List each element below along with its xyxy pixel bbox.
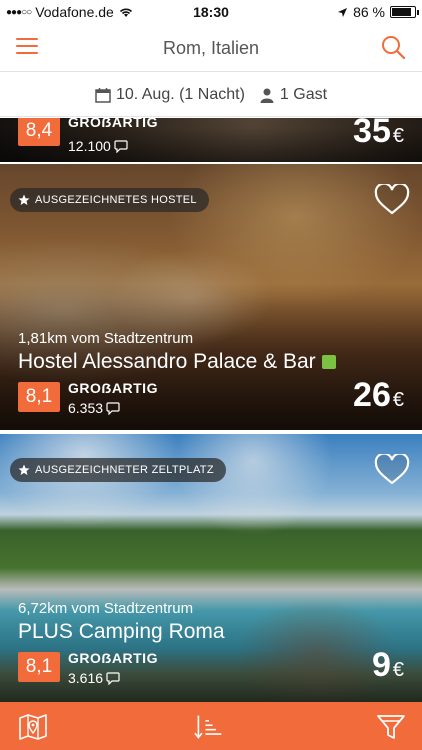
- property-list: GROẞARTIG 8,4 12.100 35 € AUSGEZEICHNETES…: [0, 118, 422, 702]
- star-icon: [18, 194, 30, 205]
- property-name: PLUS Camping Roma: [18, 620, 225, 644]
- property-card[interactable]: GROẞARTIG 8,4 12.100 35 €: [0, 118, 422, 162]
- guest-selector[interactable]: 1 Gast: [259, 86, 327, 104]
- price-currency: €: [392, 389, 404, 411]
- search-icon[interactable]: [380, 34, 406, 60]
- price-value: 9: [371, 646, 391, 684]
- battery-icon: [390, 6, 419, 18]
- rating-label: GROẞARTIG: [68, 380, 158, 396]
- search-criteria-bar: 10. Aug. (1 Nacht) 1 Gast: [0, 73, 422, 117]
- property-name: Hostel Alessandro Palace & Bar: [18, 350, 336, 374]
- award-badge: AUSGEZEICHNETER ZELTPLATZ: [10, 458, 226, 482]
- bottom-toolbar: [0, 702, 422, 750]
- status-right: 86 %: [337, 4, 419, 20]
- favorite-heart-icon[interactable]: [374, 454, 410, 486]
- sort-icon[interactable]: [194, 712, 224, 742]
- property-name-text: PLUS Camping Roma: [18, 620, 225, 643]
- nav-bar: Rom, Italien: [0, 24, 422, 72]
- date-selector[interactable]: 10. Aug. (1 Nacht): [95, 86, 245, 104]
- price: 26 €: [353, 376, 404, 415]
- price: 9 €: [372, 646, 404, 685]
- review-count: 6.353: [68, 400, 120, 416]
- star-icon: [18, 464, 30, 475]
- comment-icon: [106, 401, 120, 415]
- review-count-value: 6.353: [68, 400, 104, 416]
- filter-icon[interactable]: [376, 712, 406, 742]
- review-count: 12.100: [68, 138, 128, 154]
- review-count-value: 3.616: [68, 670, 104, 686]
- date-label: 10. Aug. (1 Nacht): [115, 85, 245, 103]
- review-count: 3.616: [68, 670, 120, 686]
- map-icon[interactable]: [18, 712, 48, 742]
- status-bar: ●●●○○ Vodafone.de 18:30 86 %: [0, 0, 422, 24]
- distance-label: 6,72km vom Stadtzentrum: [18, 600, 194, 617]
- page-title: Rom, Italien: [162, 38, 260, 58]
- property-card[interactable]: AUSGEZEICHNETER ZELTPLATZ 6,72km vom Sta…: [0, 434, 422, 702]
- price-currency: €: [392, 659, 404, 681]
- rating-score: 8,1: [18, 652, 60, 682]
- rating-score: 8,1: [18, 382, 60, 412]
- rating-label: GROẞARTIG: [68, 650, 158, 666]
- guest-label: 1 Gast: [279, 85, 328, 103]
- rating-label: GROẞARTIG: [68, 118, 158, 130]
- eco-friendly-icon: [321, 355, 336, 369]
- price-currency: €: [392, 125, 404, 147]
- battery-percent: 86 %: [353, 4, 385, 20]
- calendar-icon: [95, 87, 111, 103]
- person-icon: [260, 88, 274, 103]
- award-badge-label: AUSGEZEICHNETES HOSTEL: [35, 194, 197, 206]
- property-card[interactable]: AUSGEZEICHNETES HOSTEL 1,81km vom Stadtz…: [0, 164, 422, 430]
- rating-score: 8,4: [18, 118, 60, 146]
- property-name-text: Hostel Alessandro Palace & Bar: [18, 350, 316, 373]
- price-value: 35: [353, 118, 391, 150]
- favorite-heart-icon[interactable]: [374, 184, 410, 216]
- price-value: 26: [353, 376, 391, 414]
- review-count-value: 12.100: [68, 138, 111, 154]
- price: 35 €: [353, 118, 404, 151]
- comment-icon: [114, 139, 128, 153]
- location-arrow-icon: [338, 7, 348, 17]
- distance-label: 1,81km vom Stadtzentrum: [18, 330, 194, 347]
- award-badge: AUSGEZEICHNETES HOSTEL: [10, 188, 209, 212]
- award-badge-label: AUSGEZEICHNETER ZELTPLATZ: [35, 464, 214, 476]
- comment-icon: [106, 671, 120, 685]
